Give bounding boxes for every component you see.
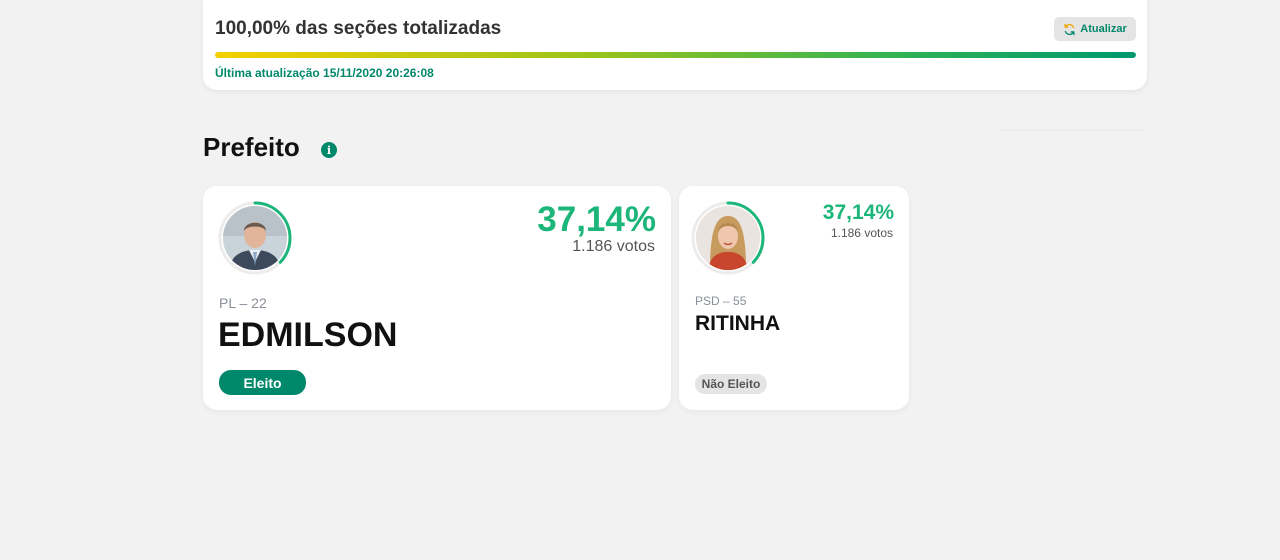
candidate-card[interactable]: 37,14% 1.186 votos PSD – 55 RITINHA Não … (679, 186, 909, 410)
party-label: PL – 22 (219, 295, 267, 311)
not-elected-badge: Não Eleito (695, 374, 767, 394)
candidate-card[interactable]: 37,14% 1.186 votos PL – 22 EDMILSON Elei… (203, 186, 671, 410)
party-label: PSD – 55 (695, 294, 747, 308)
totalization-progress (215, 52, 1136, 58)
section-title: Prefeito (203, 132, 300, 162)
totalization-progress-fill (215, 52, 1136, 58)
totalization-card: 100,00% das seções totalizadas Atualizar… (203, 0, 1147, 90)
candidate-photo (223, 206, 287, 270)
vote-percentage: 37,14% (537, 200, 656, 239)
candidate-avatar (690, 200, 766, 276)
vote-count: 1.186 votos (572, 238, 655, 255)
refresh-icon (1064, 23, 1075, 35)
totalization-title: 100,00% das seções totalizadas (215, 18, 502, 39)
candidate-photo (696, 206, 760, 270)
elected-badge: Eleito (219, 370, 306, 395)
candidate-name: RITINHA (695, 312, 781, 335)
refresh-button[interactable]: Atualizar (1054, 17, 1136, 41)
candidate-name: EDMILSON (218, 316, 398, 354)
divider (1000, 130, 1145, 131)
candidate-avatar (217, 200, 293, 276)
info-icon[interactable]: i (321, 142, 337, 158)
last-update-text: Última atualização 15/11/2020 20:26:08 (215, 66, 434, 80)
vote-percentage: 37,14% (822, 201, 894, 224)
vote-count: 1.186 votos (830, 226, 893, 240)
refresh-label: Atualizar (1080, 23, 1127, 35)
